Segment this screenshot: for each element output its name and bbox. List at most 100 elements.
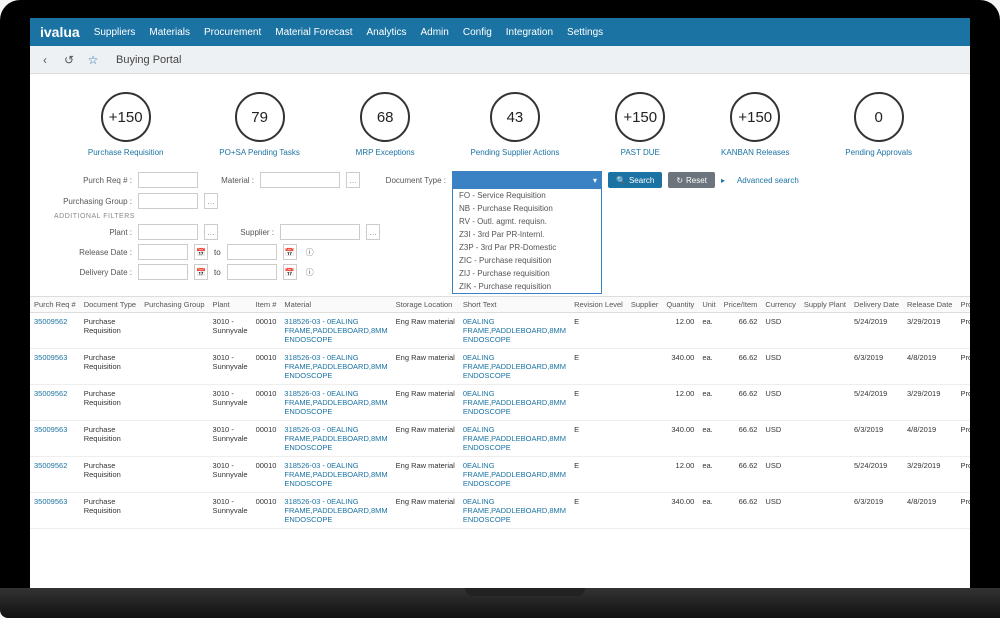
history-icon[interactable]: ↺ — [62, 53, 76, 67]
cell-release-date: 3/29/2019 — [903, 313, 956, 349]
nav-admin[interactable]: Admin — [421, 27, 449, 38]
col-unit[interactable]: Unit — [698, 297, 719, 313]
search-button[interactable]: 🔍 Search — [608, 172, 662, 188]
short-text-link[interactable]: 0EALING FRAME,PADDLEBOARD,8MM ENDOSCOPE — [459, 493, 570, 529]
kpi-past-due[interactable]: +150PAST DUE — [615, 92, 665, 157]
req-link[interactable]: 35009562 — [30, 313, 80, 349]
col-short-text[interactable]: Short Text — [459, 297, 570, 313]
calendar-icon[interactable]: 📅 — [283, 244, 297, 260]
short-text-link[interactable]: 0EALING FRAME,PADDLEBOARD,8MM ENDOSCOPE — [459, 349, 570, 385]
cell-qty: 12.00 — [662, 457, 698, 493]
material-link[interactable]: 318526-03 - 0EALING FRAME,PADDLEBOARD,8M… — [280, 457, 391, 493]
col-purchasing-group[interactable]: Purchasing Group — [140, 297, 208, 313]
material-link[interactable]: 318526-03 - 0EALING FRAME,PADDLEBOARD,8M… — [280, 349, 391, 385]
purchasing-group-input[interactable] — [138, 193, 198, 209]
nav-settings[interactable]: Settings — [567, 27, 603, 38]
doc-type-option[interactable]: ZIK - Purchase requisition — [453, 280, 601, 293]
short-text-link[interactable]: 0EALING FRAME,PADDLEBOARD,8MM ENDOSCOPE — [459, 313, 570, 349]
material-label: Material : — [204, 176, 254, 185]
release-date-to-input[interactable] — [227, 244, 277, 260]
req-link[interactable]: 35009563 — [30, 349, 80, 385]
col-storage-location[interactable]: Storage Location — [392, 297, 459, 313]
col-supply-plant[interactable]: Supply Plant — [800, 297, 850, 313]
material-link[interactable]: 318526-03 - 0EALING FRAME,PADDLEBOARD,8M… — [280, 313, 391, 349]
search-button-label: Search — [629, 176, 654, 185]
nav-suppliers[interactable]: Suppliers — [94, 27, 136, 38]
info-icon[interactable]: ⓘ — [303, 244, 317, 260]
release-date-from-input[interactable] — [138, 244, 188, 260]
cell-price: 66.62 — [720, 493, 762, 529]
kpi-pending-supplier-actions[interactable]: 43Pending Supplier Actions — [470, 92, 559, 157]
req-link[interactable]: 35009562 — [30, 457, 80, 493]
back-icon[interactable]: ‹ — [38, 53, 52, 67]
nav-material-forecast[interactable]: Material Forecast — [275, 27, 352, 38]
material-link[interactable]: 318526-03 - 0EALING FRAME,PADDLEBOARD,8M… — [280, 421, 391, 457]
doc-type-option[interactable]: NB - Purchase Requisition — [453, 202, 601, 215]
advanced-search-link[interactable]: Advanced search — [737, 176, 799, 185]
supplier-input[interactable] — [280, 224, 360, 240]
brand-logo: ivalua — [40, 24, 80, 40]
col-revision-level[interactable]: Revision Level — [570, 297, 627, 313]
col-release-date[interactable]: Release Date — [903, 297, 956, 313]
short-text-link[interactable]: 0EALING FRAME,PADDLEBOARD,8MM ENDOSCOPE — [459, 421, 570, 457]
document-type-select[interactable]: ▾ FO - Service RequisitionNB - Purchase … — [452, 171, 602, 189]
breadcrumb-bar: ‹ ↺ ☆ Buying Portal — [30, 46, 970, 74]
req-link[interactable]: 35009563 — [30, 421, 80, 457]
material-link[interactable]: 318526-03 - 0EALING FRAME,PADDLEBOARD,8M… — [280, 385, 391, 421]
delivery-date-to-input[interactable] — [227, 264, 277, 280]
calendar-icon[interactable]: 📅 — [283, 264, 297, 280]
calendar-icon[interactable]: 📅 — [194, 264, 208, 280]
purchasing-group-lookup-icon[interactable]: … — [204, 193, 218, 209]
col-item-[interactable]: Item # — [252, 297, 281, 313]
doc-type-option[interactable]: FO - Service Requisition — [453, 189, 601, 202]
col-currency[interactable]: Currency — [761, 297, 799, 313]
req-link[interactable]: 35009563 — [30, 493, 80, 529]
nav-materials[interactable]: Materials — [149, 27, 190, 38]
col-document-type[interactable]: Document Type — [80, 297, 140, 313]
plant-lookup-icon[interactable]: … — [204, 224, 218, 240]
cell-pg — [140, 421, 208, 457]
nav-config[interactable]: Config — [463, 27, 492, 38]
doc-type-option[interactable]: ZIC - Purchase requisition — [453, 254, 601, 267]
star-icon[interactable]: ☆ — [86, 53, 100, 67]
doc-type-option[interactable]: Z3P - 3rd Par PR-Domestic — [453, 241, 601, 254]
top-navbar: ivalua Suppliers Materials Procurement Mate… — [30, 18, 970, 46]
col-purch-req-[interactable]: Purch Req # — [30, 297, 80, 313]
reset-button[interactable]: ↻ Reset — [668, 172, 715, 188]
short-text-link[interactable]: 0EALING FRAME,PADDLEBOARD,8MM ENDOSCOPE — [459, 457, 570, 493]
nav-analytics[interactable]: Analytics — [366, 27, 406, 38]
doc-type-option[interactable]: Z3I - 3rd Par PR-Internl. — [453, 228, 601, 241]
doc-type-option[interactable]: RV - Outl. agmt. requisn. — [453, 215, 601, 228]
kpi-value: 79 — [235, 92, 285, 142]
col-price-item[interactable]: Price/Item — [720, 297, 762, 313]
material-link[interactable]: 318526-03 - 0EALING FRAME,PADDLEBOARD,8M… — [280, 493, 391, 529]
kpi-purchase-requisition[interactable]: +150Purchase Requisition — [88, 92, 164, 157]
short-text-link[interactable]: 0EALING FRAME,PADDLEBOARD,8MM ENDOSCOPE — [459, 385, 570, 421]
cell-supplier — [627, 493, 663, 529]
kpi-pending-approvals[interactable]: 0Pending Approvals — [845, 92, 912, 157]
cell-unit: ea. — [698, 493, 719, 529]
kpi-mrp-exceptions[interactable]: 68MRP Exceptions — [356, 92, 415, 157]
col-supplier[interactable]: Supplier — [627, 297, 663, 313]
nav-integration[interactable]: Integration — [506, 27, 553, 38]
plant-input[interactable] — [138, 224, 198, 240]
col-material[interactable]: Material — [280, 297, 391, 313]
material-input[interactable] — [260, 172, 340, 188]
purch-req-input[interactable] — [138, 172, 198, 188]
col-products-types[interactable]: Products types — [956, 297, 970, 313]
supplier-lookup-icon[interactable]: … — [366, 224, 380, 240]
kpi-kanban-releases[interactable]: +150KANBAN Releases — [721, 92, 789, 157]
kpi-po-sa-pending-tasks[interactable]: 79PO+SA Pending Tasks — [219, 92, 300, 157]
calendar-icon[interactable]: 📅 — [194, 244, 208, 260]
delivery-date-from-input[interactable] — [138, 264, 188, 280]
req-link[interactable]: 35009562 — [30, 385, 80, 421]
doc-type-option[interactable]: ZIJ - Purchase requisition — [453, 267, 601, 280]
col-quantity[interactable]: Quantity — [662, 297, 698, 313]
expand-icon[interactable]: ▸ — [721, 176, 725, 185]
info-icon[interactable]: ⓘ — [303, 264, 317, 280]
col-delivery-date[interactable]: Delivery Date — [850, 297, 903, 313]
nav-procurement[interactable]: Procurement — [204, 27, 261, 38]
material-lookup-icon[interactable]: … — [346, 172, 360, 188]
kpi-value: 0 — [854, 92, 904, 142]
col-plant[interactable]: Plant — [209, 297, 252, 313]
